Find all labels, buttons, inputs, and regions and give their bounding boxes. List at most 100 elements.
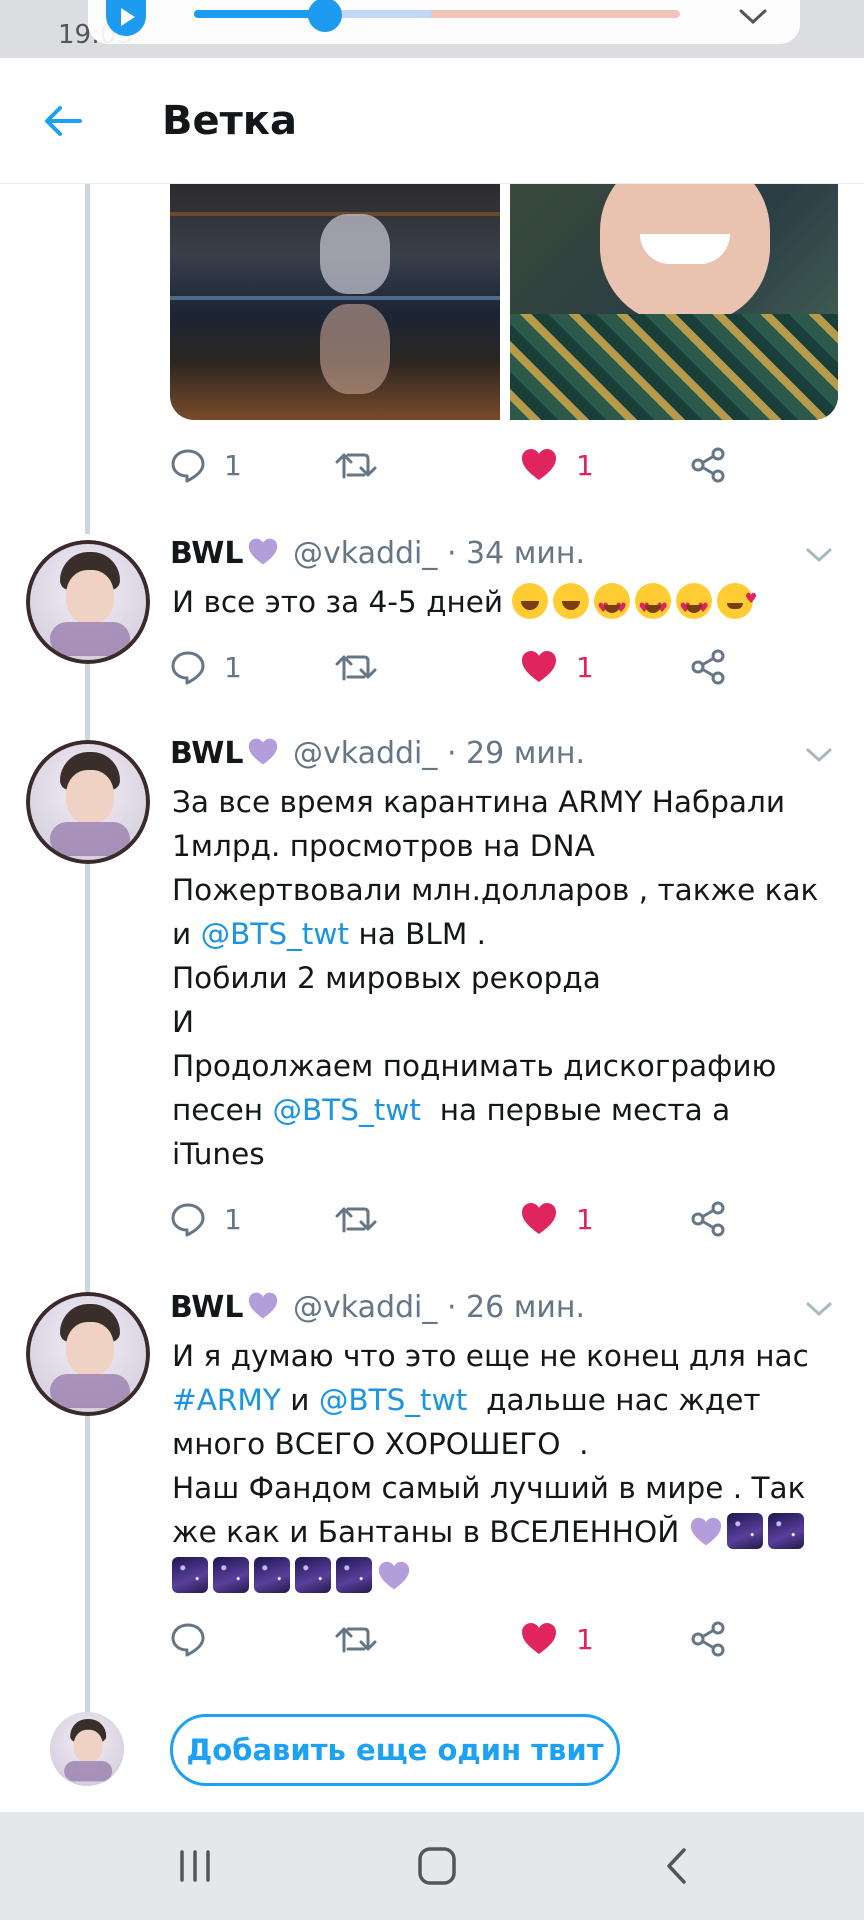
share-button[interactable] — [690, 1614, 726, 1664]
heart-icon — [522, 449, 556, 480]
retweet-icon — [335, 655, 377, 681]
tweet-time: · 26 мин. — [446, 1290, 585, 1325]
retweet-icon — [335, 1207, 377, 1233]
thread-connector — [85, 862, 90, 1294]
display-name[interactable]: BWL — [170, 736, 243, 771]
share-button[interactable] — [690, 440, 726, 490]
page-title: Ветка — [162, 98, 297, 144]
purple-heart-emoji — [378, 1561, 410, 1590]
heart-icon — [522, 1203, 556, 1234]
reply-icon — [171, 1623, 205, 1657]
tweet-actions: 1 — [170, 1614, 730, 1664]
user-handle[interactable]: @vkaddi_ — [293, 736, 437, 771]
like-count: 1 — [576, 650, 594, 684]
app-header: Ветка — [0, 58, 864, 184]
milky-way-emoji — [172, 1557, 208, 1593]
milky-way-emoji — [295, 1557, 331, 1593]
user-handle[interactable]: @vkaddi_ — [293, 1290, 437, 1325]
chevron-down-icon[interactable] — [802, 538, 836, 572]
like-button[interactable]: 1 — [520, 1194, 594, 1244]
heart-icon — [522, 651, 556, 682]
milky-way-emoji — [254, 1557, 290, 1593]
heart-icon — [522, 1623, 556, 1654]
seek-bar[interactable] — [194, 0, 680, 32]
tweet-time: · 34 мин. — [446, 536, 585, 571]
back-icon[interactable] — [652, 1844, 702, 1888]
share-button[interactable] — [690, 642, 726, 692]
heart-eyes-emoji — [676, 583, 713, 631]
milky-way-emoji — [336, 1557, 372, 1593]
reply-button[interactable] — [170, 1614, 206, 1664]
share-icon — [691, 1621, 725, 1657]
share-icon — [691, 649, 725, 685]
chevron-down-icon[interactable] — [802, 1292, 836, 1326]
share-icon — [691, 447, 725, 483]
reply-button[interactable]: 1 — [170, 642, 242, 692]
chevron-down-icon[interactable] — [738, 2, 768, 32]
tweet-header: BWL @vkaddi_ · 26 мин. — [170, 1290, 585, 1334]
reply-count: 1 — [224, 1202, 242, 1236]
smile-emoji — [553, 583, 590, 619]
media-control-overlay — [88, 0, 800, 44]
mention-link[interactable]: @BTS_twt — [201, 917, 350, 951]
like-button[interactable]: 1 — [520, 642, 594, 692]
like-count: 1 — [576, 448, 594, 482]
retweet-button[interactable] — [334, 440, 378, 490]
tweet-actions: 1 1 — [170, 440, 730, 490]
share-button[interactable] — [690, 1194, 726, 1244]
milky-way-emoji — [726, 1513, 763, 1549]
tweet-photo[interactable] — [510, 184, 838, 420]
seek-progress — [194, 10, 326, 18]
reply-icon — [171, 651, 205, 685]
tweet-text: За все время карантина ARMY Набрали 1млр… — [172, 785, 819, 1171]
avatar[interactable] — [26, 740, 150, 864]
mention-link[interactable]: @BTS_twt — [272, 1093, 421, 1127]
reply-icon — [171, 449, 205, 483]
heart-eyes-emoji — [635, 583, 672, 631]
thread-connector — [85, 1414, 90, 1712]
add-another-tweet-button[interactable]: Добавить еще один твит — [170, 1714, 620, 1786]
purple-heart-emoji — [249, 1292, 278, 1319]
tweet-text: И я думаю что это еще не конец для нас #… — [172, 1334, 838, 1598]
tweet-actions: 1 1 — [170, 1194, 730, 1244]
recent-apps-icon[interactable] — [170, 1844, 220, 1888]
display-name[interactable]: BWL — [170, 536, 243, 571]
tweet-time: · 29 мин. — [446, 736, 585, 771]
hashtag-link[interactable]: #ARMY — [172, 1383, 281, 1417]
milky-way-emoji — [213, 1557, 249, 1593]
thread-connector — [85, 664, 90, 740]
display-name[interactable]: BWL — [170, 1290, 243, 1325]
mention-link[interactable]: @BTS_twt — [319, 1383, 468, 1417]
thread-connector — [85, 184, 90, 534]
tweet-text: И все это за 4-5 дней — [172, 577, 838, 631]
heart-eyes-emoji — [594, 583, 631, 631]
retweet-button[interactable] — [334, 642, 378, 692]
my-avatar[interactable] — [50, 1712, 124, 1786]
purple-heart-emoji — [249, 538, 278, 565]
home-icon[interactable] — [412, 1844, 462, 1888]
user-handle[interactable]: @vkaddi_ — [293, 536, 437, 571]
purple-heart-emoji — [690, 1517, 721, 1546]
reply-count: 1 — [224, 650, 242, 684]
like-count: 1 — [576, 1622, 594, 1656]
avatar[interactable] — [26, 540, 150, 664]
retweet-icon — [335, 1627, 377, 1653]
reply-button[interactable]: 1 — [170, 1194, 242, 1244]
avatar[interactable] — [26, 1292, 150, 1416]
back-arrow-icon[interactable] — [38, 96, 88, 146]
tweet-media-grid[interactable] — [170, 184, 838, 420]
retweet-button[interactable] — [334, 1614, 378, 1664]
reply-count: 1 — [224, 448, 242, 482]
retweet-icon — [335, 453, 377, 479]
like-button[interactable]: 1 — [520, 1614, 594, 1664]
tweet-header: BWL @vkaddi_ · 29 мин. — [170, 736, 585, 780]
milky-way-emoji — [767, 1513, 804, 1549]
chevron-down-icon[interactable] — [802, 738, 836, 772]
retweet-button[interactable] — [334, 1194, 378, 1244]
like-button[interactable]: 1 — [520, 440, 594, 490]
reply-button[interactable]: 1 — [170, 440, 242, 490]
smile-emoji — [512, 583, 549, 619]
purple-heart-emoji — [249, 738, 278, 765]
tweet-photo[interactable] — [170, 184, 500, 420]
reply-icon — [171, 1203, 205, 1237]
